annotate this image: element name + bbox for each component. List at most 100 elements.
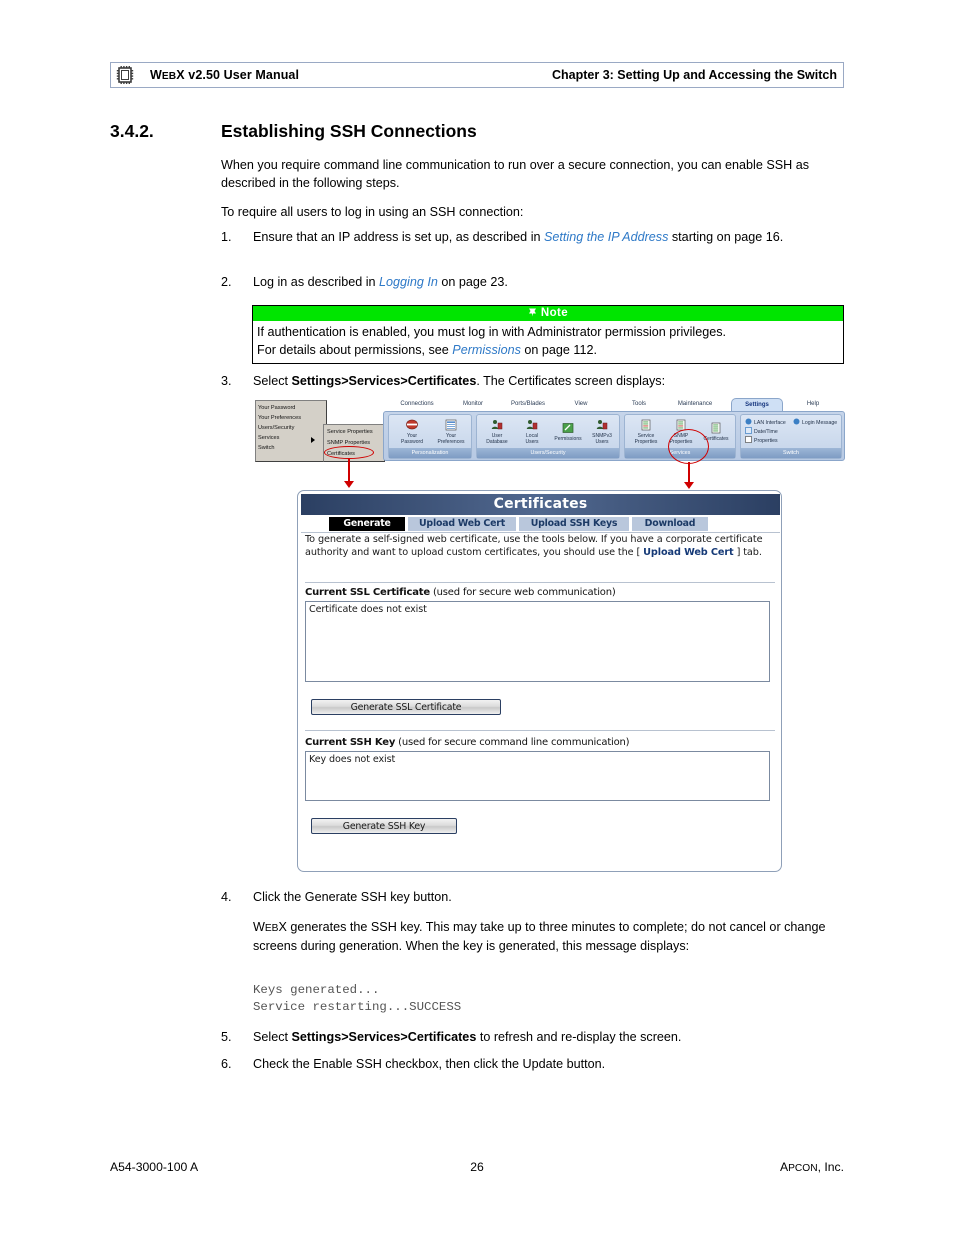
ssh-key-value: Key does not exist xyxy=(309,754,396,765)
menu-item-users-security[interactable]: Users/Security xyxy=(258,423,326,433)
tab-view[interactable]: View xyxy=(563,398,599,411)
certificates-screen-figure: Your Password Your Preferences Users/Sec… xyxy=(255,398,845,873)
list-item: 2. Log in as described in Logging In on … xyxy=(221,274,846,292)
ribbon-item-properties[interactable]: Properties xyxy=(745,436,778,445)
settings-dropdown-menu[interactable]: Your Password Your Preferences Users/Sec… xyxy=(255,400,327,462)
tab-help[interactable]: Help xyxy=(795,398,831,411)
tab-monitor[interactable]: Monitor xyxy=(451,398,495,411)
date-time-icon xyxy=(745,427,752,434)
generate-description: To generate a self-signed web certificat… xyxy=(305,534,763,558)
tab-settings[interactable]: Settings xyxy=(731,398,783,411)
certificates-tab-strip: Generate Upload Web Cert Upload SSH Keys… xyxy=(301,517,780,533)
menu-item-your-password[interactable]: Your Password xyxy=(258,403,326,413)
step-text: Ensure that an IP address is set up, as … xyxy=(253,230,784,244)
callout-ellipse-menu xyxy=(324,446,374,459)
divider xyxy=(305,730,775,731)
step-text: Log in as described in Logging In on pag… xyxy=(253,275,508,289)
note-body: If authentication is enabled, you must l… xyxy=(253,321,843,363)
ribbon-tab-strip: Connections Monitor Ports/Blades View To… xyxy=(383,398,845,411)
note-line-2: For details about permissions, see Permi… xyxy=(257,342,597,357)
note-callout: Note If authentication is enabled, you m… xyxy=(252,305,844,364)
ribbon-group-personalization: Your Password Your Preferences Personali… xyxy=(388,414,472,459)
properties-icon xyxy=(745,436,752,443)
ribbon-item-date-time[interactable]: Date/Time xyxy=(745,427,778,436)
note-line-1: If authentication is enabled, you must l… xyxy=(257,325,726,339)
certificates-window: Certificates Generate Upload Web Cert Up… xyxy=(297,490,782,872)
snmpv3-users-icon xyxy=(595,418,609,432)
list-item: 6. Check the Enable SSH checkbox, then c… xyxy=(221,1056,846,1074)
permissions-icon xyxy=(561,421,575,435)
tab-ports-blades[interactable]: Ports/Blades xyxy=(501,398,555,411)
callout-ellipse-toolbar xyxy=(668,429,709,464)
login-message-icon xyxy=(793,418,800,425)
ribbon-item-snmpv3-users[interactable]: SNMPv3 Users xyxy=(585,418,619,445)
menu-item-services[interactable]: Services xyxy=(258,433,326,443)
ribbon-item-your-password[interactable]: Your Password xyxy=(393,418,431,445)
tab-upload-web-cert[interactable]: Upload Web Cert xyxy=(408,517,516,531)
menu-item-your-preferences[interactable]: Your Preferences xyxy=(258,413,326,423)
ribbon-toolbar: Connections Monitor Ports/Blades View To… xyxy=(383,398,845,462)
callout-arrow-line-left xyxy=(348,459,350,483)
cross-reference-link[interactable]: Logging In xyxy=(379,275,438,289)
tab-download[interactable]: Download xyxy=(632,517,708,531)
menu-item-switch[interactable]: Switch xyxy=(258,443,326,453)
upload-web-cert-reference: Upload Web Cert xyxy=(643,546,734,558)
ribbon-item-login-message[interactable]: Login Message xyxy=(793,418,837,427)
tab-connections[interactable]: Connections xyxy=(391,398,443,411)
tab-generate[interactable]: Generate xyxy=(329,517,405,531)
step-text: Click the Generate SSH key button. xyxy=(253,890,452,904)
requirement-paragraph: To require all users to log in using an … xyxy=(221,205,524,219)
cross-reference-link[interactable]: Permissions xyxy=(452,343,521,357)
callout-arrow-head-right xyxy=(684,482,694,489)
note-header: Note xyxy=(253,306,843,321)
callout-arrow-head-left xyxy=(344,481,354,488)
generate-ssh-key-button[interactable]: Generate SSH Key xyxy=(311,818,457,834)
menu-path: Settings>Services>Certificates xyxy=(291,1030,477,1044)
generate-ssl-certificate-button[interactable]: Generate SSL Certificate xyxy=(311,699,501,715)
ssl-certificate-label: Current SSL Certificate (used for secure… xyxy=(305,587,616,598)
step-number: 6. xyxy=(221,1057,232,1071)
step-4-description: WEBX generates the SSH key. This may tak… xyxy=(253,920,826,953)
page-title: Establishing SSH Connections xyxy=(221,121,477,141)
window-title: Certificates xyxy=(301,494,780,515)
ribbon-group-switch: LAN Interface Login Message Date/Time Pr… xyxy=(740,414,842,459)
step-text: Select Settings>Services>Certificates. T… xyxy=(253,374,666,388)
preferences-list-icon xyxy=(444,418,458,432)
document-id: A54-3000-100 A xyxy=(110,1160,199,1174)
ssl-certificate-textarea[interactable]: Certificate does not exist xyxy=(305,601,770,682)
step-number: 3. xyxy=(221,374,232,388)
tab-tools[interactable]: Tools xyxy=(621,398,657,411)
ribbon-group-label: Switch xyxy=(741,448,841,458)
list-item: 4. Click the Generate SSH key button. xyxy=(221,889,846,907)
ssh-key-label: Current SSH Key (used for secure command… xyxy=(305,737,630,748)
divider xyxy=(305,582,775,583)
list-item: 5. Select Settings>Services>Certificates… xyxy=(221,1029,846,1047)
step-number: 5. xyxy=(221,1030,232,1044)
list-item: 1. Ensure that an IP address is set up, … xyxy=(221,229,846,247)
ribbon-item-permissions[interactable]: Permissions xyxy=(549,421,587,442)
chip-icon xyxy=(114,64,136,86)
page-header: WEBX v2.50 User Manual Chapter 3: Settin… xyxy=(110,62,844,88)
ssl-certificate-value: Certificate does not exist xyxy=(309,604,427,615)
tab-upload-ssh-keys[interactable]: Upload SSH Keys xyxy=(519,517,629,531)
ribbon-item-user-database[interactable]: User Database xyxy=(479,418,515,445)
certificates-icon xyxy=(709,421,723,435)
step-text: Check the Enable SSH checkbox, then clic… xyxy=(253,1057,606,1071)
menu-item-service-properties[interactable]: Service Properties xyxy=(327,427,384,438)
ribbon-item-lan-interface[interactable]: LAN Interface xyxy=(745,418,786,427)
list-item: 3. Select Settings>Services>Certificates… xyxy=(221,373,846,391)
console-output: Keys generated... Service restarting...S… xyxy=(253,983,462,1014)
cross-reference-link[interactable]: Setting the IP Address xyxy=(544,230,668,244)
ssh-key-textarea[interactable]: Key does not exist xyxy=(305,751,770,801)
ribbon-item-your-preferences[interactable]: Your Preferences xyxy=(431,418,471,445)
ribbon-group-label: Personalization xyxy=(389,448,471,458)
ribbon-item-local-users[interactable]: Local Users xyxy=(515,418,549,445)
service-properties-icon xyxy=(639,418,653,432)
ribbon-item-service-properties[interactable]: Service Properties xyxy=(627,418,665,445)
ribbon-body: Your Password Your Preferences Personali… xyxy=(383,411,845,461)
ribbon-group-label: Users/Security xyxy=(477,448,619,458)
menu-path: Settings>Services>Certificates xyxy=(291,374,477,388)
tab-maintenance[interactable]: Maintenance xyxy=(667,398,723,411)
password-shield-icon xyxy=(405,418,419,432)
company-name: APCON, Inc. xyxy=(780,1160,844,1174)
